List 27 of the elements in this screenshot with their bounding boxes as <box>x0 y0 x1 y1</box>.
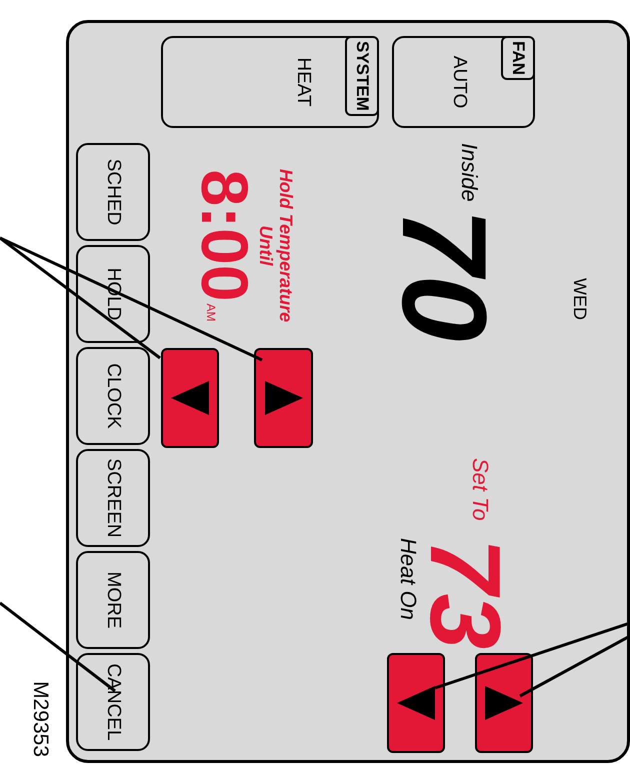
inside-label: Inside <box>456 143 483 204</box>
menu-button[interactable]: SCREEN <box>76 449 150 547</box>
until-label: Until <box>256 224 276 268</box>
menu-button[interactable]: CLOCK <box>76 347 150 445</box>
set-temperature: 73 <box>425 538 505 650</box>
am-pm-label: AM <box>203 304 219 322</box>
mode-value: AUTO <box>448 56 471 108</box>
inside-temperature: 70 <box>394 208 494 342</box>
mode-tab: FAN <box>501 36 535 80</box>
up-arrow-button[interactable] <box>475 653 533 754</box>
heat-status: Heat On <box>395 538 422 622</box>
set-to-label: Set To <box>467 458 494 523</box>
menu-button[interactable]: HOLD <box>76 245 150 343</box>
down-arrow-button[interactable] <box>161 348 220 448</box>
menu-button[interactable]: SCHED <box>76 143 150 241</box>
hold-label: Hold Temperature <box>276 168 296 324</box>
mode-tab: SYSTEM <box>345 36 380 116</box>
menu-button[interactable]: MORE <box>76 551 150 649</box>
day-label: WED <box>569 278 591 322</box>
down-arrow-button[interactable] <box>387 653 445 754</box>
fan-mode-box[interactable]: FAN AUTO <box>392 36 535 128</box>
hold-time: 8:00 <box>194 169 256 302</box>
mode-value: HEAT <box>292 57 316 107</box>
up-arrow-button[interactable] <box>254 348 313 448</box>
system-mode-box[interactable]: SYSTEM HEAT <box>161 36 380 128</box>
menu-button[interactable]: CANCEL <box>76 653 150 751</box>
figure-id: M29353 <box>28 681 53 757</box>
